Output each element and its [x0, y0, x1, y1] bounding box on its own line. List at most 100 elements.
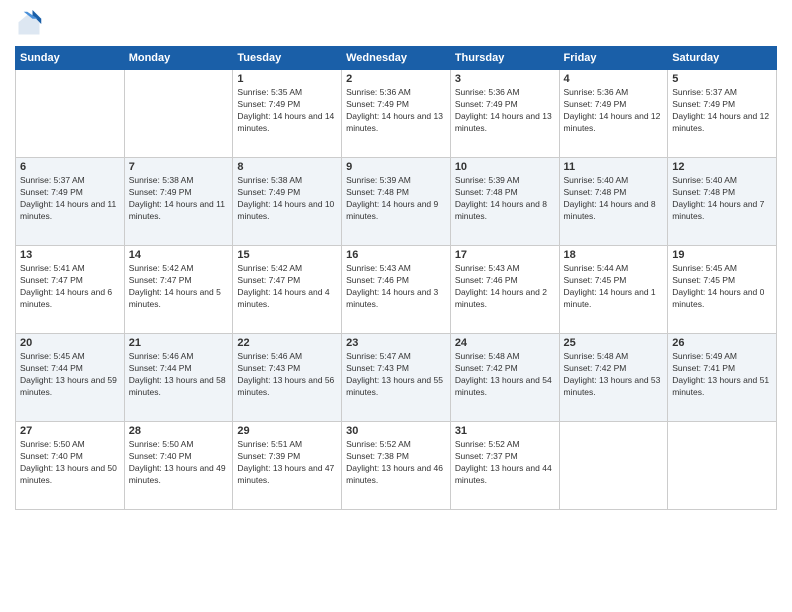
day-info: Sunrise: 5:36 AM Sunset: 7:49 PM Dayligh… — [455, 87, 555, 135]
day-info: Sunrise: 5:38 AM Sunset: 7:49 PM Dayligh… — [237, 175, 337, 223]
day-number: 22 — [237, 337, 337, 349]
day-number: 7 — [129, 161, 229, 173]
day-info: Sunrise: 5:36 AM Sunset: 7:49 PM Dayligh… — [564, 87, 664, 135]
day-info: Sunrise: 5:46 AM Sunset: 7:43 PM Dayligh… — [237, 351, 337, 399]
page: SundayMondayTuesdayWednesdayThursdayFrid… — [0, 0, 792, 612]
week-row-1: 1Sunrise: 5:35 AM Sunset: 7:49 PM Daylig… — [16, 70, 777, 158]
day-number: 13 — [20, 249, 120, 261]
day-number: 17 — [455, 249, 555, 261]
calendar-cell: 31Sunrise: 5:52 AM Sunset: 7:37 PM Dayli… — [450, 422, 559, 510]
calendar-cell: 15Sunrise: 5:42 AM Sunset: 7:47 PM Dayli… — [233, 246, 342, 334]
day-number: 25 — [564, 337, 664, 349]
day-info: Sunrise: 5:48 AM Sunset: 7:42 PM Dayligh… — [564, 351, 664, 399]
weekday-header-sunday: Sunday — [16, 47, 125, 70]
day-number: 5 — [672, 73, 772, 85]
day-number: 3 — [455, 73, 555, 85]
weekday-header-thursday: Thursday — [450, 47, 559, 70]
day-number: 30 — [346, 425, 446, 437]
week-row-5: 27 Sunrise: 5:50 AM Sunset: 7:40 PM Dayli… — [16, 422, 777, 510]
day-info: Sunrise: 5:38 AM Sunset: 7:49 PM Dayligh… — [129, 175, 229, 223]
weekday-header-row: SundayMondayTuesdayWednesdayThursdayFrid… — [16, 47, 777, 70]
calendar-cell: 7 Sunrise: 5:38 AM Sunset: 7:49 PM Daylig… — [124, 158, 233, 246]
day-info: Sunrise: 5:50 AM Sunset: 7:40 PM Dayligh… — [129, 439, 229, 487]
day-number: 20 — [20, 337, 120, 349]
day-info: Sunrise: 5:43 AM Sunset: 7:46 PM Dayligh… — [455, 263, 555, 311]
day-number: 10 — [455, 161, 555, 173]
day-number: 6 — [20, 161, 120, 173]
calendar-cell: 29 Sunrise: 5:51 AM Sunset: 7:39 PM Dayli… — [233, 422, 342, 510]
calendar-cell: 18Sunrise: 5:44 AM Sunset: 7:45 PM Dayli… — [559, 246, 668, 334]
day-number: 23 — [346, 337, 446, 349]
weekday-header-saturday: Saturday — [668, 47, 777, 70]
calendar-cell: 23 Sunrise: 5:47 AM Sunset: 7:43 PM Dayli… — [342, 334, 451, 422]
day-info: Sunrise: 5:51 AM Sunset: 7:39 PM Dayligh… — [237, 439, 337, 487]
calendar-cell: 26 Sunrise: 5:49 AM Sunset: 7:41 PM Dayli… — [668, 334, 777, 422]
calendar-cell: 16 Sunrise: 5:43 AM Sunset: 7:46 PM Dayli… — [342, 246, 451, 334]
weekday-header-wednesday: Wednesday — [342, 47, 451, 70]
calendar-cell: 22 Sunrise: 5:46 AM Sunset: 7:43 PM Dayli… — [233, 334, 342, 422]
calendar-cell: 21 Sunrise: 5:46 AM Sunset: 7:44 PM Dayli… — [124, 334, 233, 422]
day-info: Sunrise: 5:49 AM Sunset: 7:41 PM Dayligh… — [672, 351, 772, 399]
week-row-3: 13 Sunrise: 5:41 AM Sunset: 7:47 PM Dayli… — [16, 246, 777, 334]
logo — [15, 10, 47, 38]
day-info: Sunrise: 5:43 AM Sunset: 7:46 PM Dayligh… — [346, 263, 446, 311]
calendar-cell: 20 Sunrise: 5:45 AM Sunset: 7:44 PM Dayli… — [16, 334, 125, 422]
calendar-cell: 9 Sunrise: 5:39 AM Sunset: 7:48 PM Daylig… — [342, 158, 451, 246]
calendar-cell: 10 Sunrise: 5:39 AM Sunset: 7:48 PM Dayli… — [450, 158, 559, 246]
calendar-cell: 5 Sunrise: 5:37 AM Sunset: 7:49 PM Daylig… — [668, 70, 777, 158]
day-info: Sunrise: 5:39 AM Sunset: 7:48 PM Dayligh… — [455, 175, 555, 223]
day-info: Sunrise: 5:41 AM Sunset: 7:47 PM Dayligh… — [20, 263, 120, 311]
day-info: Sunrise: 5:40 AM Sunset: 7:48 PM Dayligh… — [564, 175, 664, 223]
day-number: 21 — [129, 337, 229, 349]
day-number: 8 — [237, 161, 337, 173]
day-info: Sunrise: 5:40 AM Sunset: 7:48 PM Dayligh… — [672, 175, 772, 223]
calendar-cell: 11 Sunrise: 5:40 AM Sunset: 7:48 PM Dayli… — [559, 158, 668, 246]
calendar-cell: 28Sunrise: 5:50 AM Sunset: 7:40 PM Dayli… — [124, 422, 233, 510]
weekday-header-tuesday: Tuesday — [233, 47, 342, 70]
day-number: 11 — [564, 161, 664, 173]
day-info: Sunrise: 5:47 AM Sunset: 7:43 PM Dayligh… — [346, 351, 446, 399]
day-info: Sunrise: 5:42 AM Sunset: 7:47 PM Dayligh… — [129, 263, 229, 311]
calendar-cell: 17 Sunrise: 5:43 AM Sunset: 7:46 PM Dayli… — [450, 246, 559, 334]
day-info: Sunrise: 5:39 AM Sunset: 7:48 PM Dayligh… — [346, 175, 446, 223]
day-info: Sunrise: 5:42 AM Sunset: 7:47 PM Dayligh… — [237, 263, 337, 311]
day-info: Sunrise: 5:37 AM Sunset: 7:49 PM Dayligh… — [20, 175, 120, 223]
calendar-cell: 13 Sunrise: 5:41 AM Sunset: 7:47 PM Dayli… — [16, 246, 125, 334]
calendar-cell: 6 Sunrise: 5:37 AM Sunset: 7:49 PM Daylig… — [16, 158, 125, 246]
day-number: 9 — [346, 161, 446, 173]
day-number: 31 — [455, 425, 555, 437]
day-number: 16 — [346, 249, 446, 261]
day-info: Sunrise: 5:52 AM Sunset: 7:38 PM Dayligh… — [346, 439, 446, 487]
day-info: Sunrise: 5:45 AM Sunset: 7:44 PM Dayligh… — [20, 351, 120, 399]
calendar-cell — [668, 422, 777, 510]
calendar-cell: 14 Sunrise: 5:42 AM Sunset: 7:47 PM Dayli… — [124, 246, 233, 334]
week-row-4: 20 Sunrise: 5:45 AM Sunset: 7:44 PM Dayli… — [16, 334, 777, 422]
logo-icon — [15, 10, 43, 38]
day-number: 19 — [672, 249, 772, 261]
day-number: 4 — [564, 73, 664, 85]
calendar-cell: 30 Sunrise: 5:52 AM Sunset: 7:38 PM Dayli… — [342, 422, 451, 510]
day-info: Sunrise: 5:50 AM Sunset: 7:40 PM Dayligh… — [20, 439, 120, 487]
day-info: Sunrise: 5:37 AM Sunset: 7:49 PM Dayligh… — [672, 87, 772, 135]
calendar-cell — [559, 422, 668, 510]
day-number: 29 — [237, 425, 337, 437]
day-number: 26 — [672, 337, 772, 349]
calendar-cell: 12Sunrise: 5:40 AM Sunset: 7:48 PM Dayli… — [668, 158, 777, 246]
day-number: 2 — [346, 73, 446, 85]
calendar-cell: 24Sunrise: 5:48 AM Sunset: 7:42 PM Dayli… — [450, 334, 559, 422]
day-info: Sunrise: 5:46 AM Sunset: 7:44 PM Dayligh… — [129, 351, 229, 399]
day-number: 14 — [129, 249, 229, 261]
day-info: Sunrise: 5:44 AM Sunset: 7:45 PM Dayligh… — [564, 263, 664, 311]
calendar-cell: 3 Sunrise: 5:36 AM Sunset: 7:49 PM Daylig… — [450, 70, 559, 158]
calendar: SundayMondayTuesdayWednesdayThursdayFrid… — [15, 46, 777, 510]
calendar-cell: 19Sunrise: 5:45 AM Sunset: 7:45 PM Dayli… — [668, 246, 777, 334]
weekday-header-friday: Friday — [559, 47, 668, 70]
calendar-cell: 8 Sunrise: 5:38 AM Sunset: 7:49 PM Daylig… — [233, 158, 342, 246]
day-info: Sunrise: 5:48 AM Sunset: 7:42 PM Dayligh… — [455, 351, 555, 399]
day-number: 27 — [20, 425, 120, 437]
weekday-header-monday: Monday — [124, 47, 233, 70]
day-info: Sunrise: 5:36 AM Sunset: 7:49 PM Dayligh… — [346, 87, 446, 135]
calendar-cell: 25 Sunrise: 5:48 AM Sunset: 7:42 PM Dayli… — [559, 334, 668, 422]
calendar-cell — [124, 70, 233, 158]
week-row-2: 6 Sunrise: 5:37 AM Sunset: 7:49 PM Daylig… — [16, 158, 777, 246]
